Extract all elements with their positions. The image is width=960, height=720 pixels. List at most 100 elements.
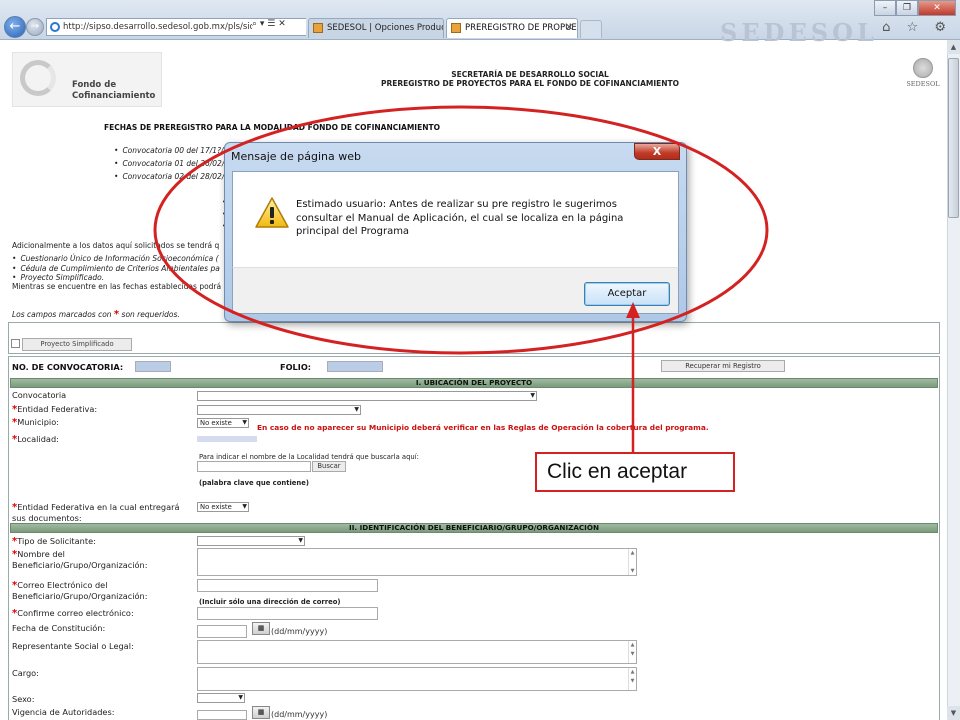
- ie-icon: [50, 22, 60, 32]
- minimize-button[interactable]: –: [874, 0, 896, 16]
- chevron-down-icon: ▼: [238, 694, 243, 701]
- sexo-select[interactable]: ▼: [197, 693, 245, 703]
- tab-label: PREREGISTRO DE PROPUES...: [465, 23, 578, 33]
- dates-title: FECHAS DE PREREGISTRO PARA LA MODALIDAD …: [104, 123, 440, 132]
- folio-label: FOLIO:: [280, 362, 312, 372]
- convocatoria-list: • Convocatoria 00 del 17/1?/2 • Convocator…: [104, 144, 229, 183]
- date-format-hint: (dd/mm/yyyy): [271, 710, 328, 719]
- calendar-icon[interactable]: ▦: [252, 706, 270, 719]
- localidad-label: *Localidad:: [12, 434, 59, 445]
- page-icon: [451, 23, 461, 33]
- page-subtitle: PREREGISTRO DE PROYECTOS PARA EL FONDO D…: [380, 79, 680, 88]
- list-item: • Convocatoria 01 del 26/02/2: [114, 159, 230, 168]
- additional-list: • Cuestionario Único de Información Socio…: [12, 254, 220, 283]
- list-item: • Cédula de Cumplimiento de Criterios Amb…: [12, 263, 220, 273]
- selected-value: No existe: [200, 503, 232, 511]
- sexo-label: Sexo:: [12, 694, 35, 704]
- entidad-docs-label: *Entidad Federativa en la cual entregará…: [12, 502, 180, 523]
- logo-text-line: Fondo de: [72, 80, 117, 90]
- keyword-hint: (palabra clave que contiene): [199, 479, 309, 487]
- municipio-label: *Municipio:: [12, 417, 59, 428]
- confirm-email-field[interactable]: [197, 607, 378, 620]
- fecha-input[interactable]: [197, 625, 247, 638]
- selected-value: No existe: [200, 419, 232, 427]
- textarea-scroll-icon[interactable]: ▲ ▼: [628, 641, 636, 663]
- folio-field[interactable]: [327, 361, 383, 372]
- chevron-down-icon: ▼: [242, 419, 247, 426]
- representante-textarea[interactable]: ▲ ▼: [197, 640, 637, 664]
- textarea-scroll-icon[interactable]: ▲ ▼: [628, 549, 636, 575]
- date-format-hint: (dd/mm/yyyy): [271, 627, 328, 636]
- tipo-label: *Tipo de Solicitante:: [12, 536, 96, 547]
- back-button[interactable]: ←: [4, 16, 26, 38]
- email-field[interactable]: [197, 579, 378, 592]
- cargo-textarea[interactable]: ▲ ▼: [197, 667, 637, 691]
- municipio-warning: En caso de no aparecer su Municipio debe…: [257, 423, 709, 432]
- list-item: • Convocatoria 00 del 17/1?/2: [114, 146, 229, 155]
- simplified-project-panel: [8, 322, 940, 354]
- chevron-down-icon: ▼: [298, 537, 303, 544]
- list-item: • Convocatoria 02 del 28/02/2: [114, 172, 230, 181]
- tipo-select[interactable]: ▼: [197, 536, 305, 546]
- org-name: SECRETARÍA DE DESARROLLO SOCIAL: [451, 70, 609, 79]
- accept-button[interactable]: Aceptar: [584, 282, 670, 306]
- localidad-field[interactable]: [197, 436, 257, 442]
- sedesol-seal: SEDESOL: [903, 58, 943, 98]
- scroll-thumb[interactable]: [948, 58, 959, 218]
- fecha-label: Fecha de Constitución:: [12, 623, 106, 633]
- confirm-email-label: *Confirme correo electrónico:: [12, 608, 134, 619]
- simplified-project-button[interactable]: Proyecto Simplificado: [22, 338, 132, 351]
- list-item: • Cuestionario Único de Información Socio…: [12, 254, 219, 263]
- additional-intro: Adicionalmente a los datos aquí solicita…: [12, 241, 220, 250]
- simplified-project-checkbox[interactable]: [11, 339, 20, 348]
- convocatoria-number-label: NO. DE CONVOCATORIA:: [12, 362, 124, 372]
- tab-label: SEDESOL | Opciones Productivas: [327, 23, 443, 33]
- convocatoria-number-field[interactable]: [135, 361, 171, 372]
- logo-text-line: Cofinanciamiento: [72, 91, 156, 101]
- scroll-up-icon[interactable]: ▲: [947, 40, 960, 54]
- calendar-icon[interactable]: ▦: [252, 622, 270, 635]
- chevron-down-icon: ▼: [242, 503, 247, 510]
- entidad-docs-select[interactable]: No existe ▼: [197, 502, 249, 512]
- correo-label: *Correo Electrónico del Beneficiario/Grup…: [12, 580, 148, 601]
- required-fields-note: Los campos marcados con * son requeridos…: [12, 309, 180, 320]
- nombre-label: *Nombre del Beneficiario/Grupo/Organizaci…: [12, 549, 148, 570]
- page-icon: [313, 23, 323, 33]
- window-close-button[interactable]: ✕: [918, 0, 956, 16]
- dialog-title: Mensaje de página web: [231, 150, 361, 163]
- municipio-select[interactable]: No existe ▼: [197, 418, 249, 428]
- entidad-select[interactable]: ▼: [197, 405, 361, 415]
- entidad-label: *Entidad Federativa:: [12, 404, 98, 415]
- scroll-down-icon[interactable]: ▼: [947, 706, 960, 720]
- vigencia-input[interactable]: [197, 710, 247, 720]
- home-favorites-tools-icons[interactable]: ⌂ ☆ ⚙: [882, 20, 952, 35]
- seal-label: SEDESOL: [906, 80, 940, 88]
- recover-registration-button[interactable]: Recuperar mi Registro: [661, 360, 785, 372]
- address-controls[interactable]: ⌕ ▾ ☰ ✕: [252, 19, 306, 35]
- dialog-close-button[interactable]: X: [634, 143, 680, 160]
- localidad-search-input[interactable]: [197, 461, 311, 472]
- forward-button[interactable]: →: [26, 18, 44, 36]
- section-header-location: I. UBICACIÓN DEL PROYECTO: [10, 378, 938, 388]
- convocatoria-select[interactable]: ▼: [197, 391, 537, 401]
- logo-text: Fondo de Cofinanciamiento: [72, 80, 155, 102]
- warning-icon: [255, 197, 289, 228]
- nombre-textarea[interactable]: ▲ ▼: [197, 548, 637, 576]
- search-button[interactable]: Buscar: [312, 461, 346, 472]
- email-hint: (Incluir sólo una dirección de correo): [199, 598, 341, 606]
- registration-form: [8, 356, 940, 720]
- page-title: SECRETARÍA DE DESARROLLO SOCIAL PREREGIS…: [300, 70, 760, 88]
- header-watermark: SEDESOL: [720, 18, 878, 47]
- instruction-callout: Clic en aceptar: [535, 452, 735, 492]
- convocatoria-label: Convocatoria: [12, 390, 67, 400]
- tab-close-icon[interactable]: ✕: [565, 19, 573, 37]
- new-tab-button[interactable]: [580, 20, 602, 38]
- cargo-label: Cargo:: [12, 668, 39, 678]
- tab-preregistro[interactable]: PREREGISTRO DE PROPUES... ✕: [446, 18, 578, 38]
- textarea-scroll-icon[interactable]: ▲ ▼: [628, 668, 636, 690]
- spiral-logo-icon: [20, 60, 56, 96]
- chevron-down-icon: ▼: [530, 392, 535, 399]
- dates-note: Mientras se encuentre en las fechas esta…: [12, 282, 222, 291]
- restore-button[interactable]: ❐: [896, 0, 918, 16]
- tab-sedesol-opciones[interactable]: SEDESOL | Opciones Productivas: [308, 18, 444, 38]
